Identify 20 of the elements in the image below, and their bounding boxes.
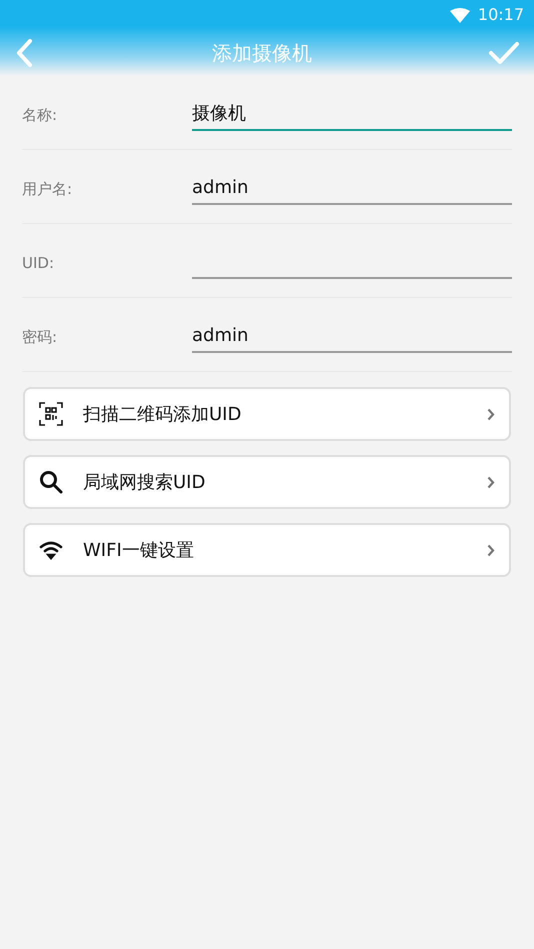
chevron-icon bbox=[487, 476, 495, 488]
search-icon bbox=[39, 470, 63, 494]
field-label: UID: bbox=[22, 253, 56, 274]
menu-item[interactable]: 局域网搜索UID bbox=[23, 455, 511, 509]
input-field[interactable]: 摄像机 bbox=[192, 100, 512, 131]
input-field[interactable]: admin bbox=[192, 174, 512, 205]
menu-item[interactable]: WIFI一键设置 bbox=[23, 523, 511, 577]
field-label: 名称: bbox=[22, 105, 58, 126]
chevron-icon bbox=[487, 544, 495, 556]
wifi-icon bbox=[39, 540, 63, 560]
menu-item[interactable]: 扫描二维码添加UID bbox=[23, 387, 511, 441]
field-label: 密码: bbox=[22, 327, 58, 348]
chevron-icon bbox=[487, 408, 495, 420]
field-label: 用户名: bbox=[22, 179, 74, 200]
qr-scan-icon bbox=[39, 402, 63, 426]
wifi-signal-icon bbox=[450, 8, 470, 22]
confirm-button[interactable] bbox=[488, 40, 520, 66]
input-field[interactable]: admin bbox=[192, 322, 512, 353]
page-title: 添加摄像机 bbox=[212, 40, 312, 67]
clock: 10:17 bbox=[478, 4, 524, 26]
